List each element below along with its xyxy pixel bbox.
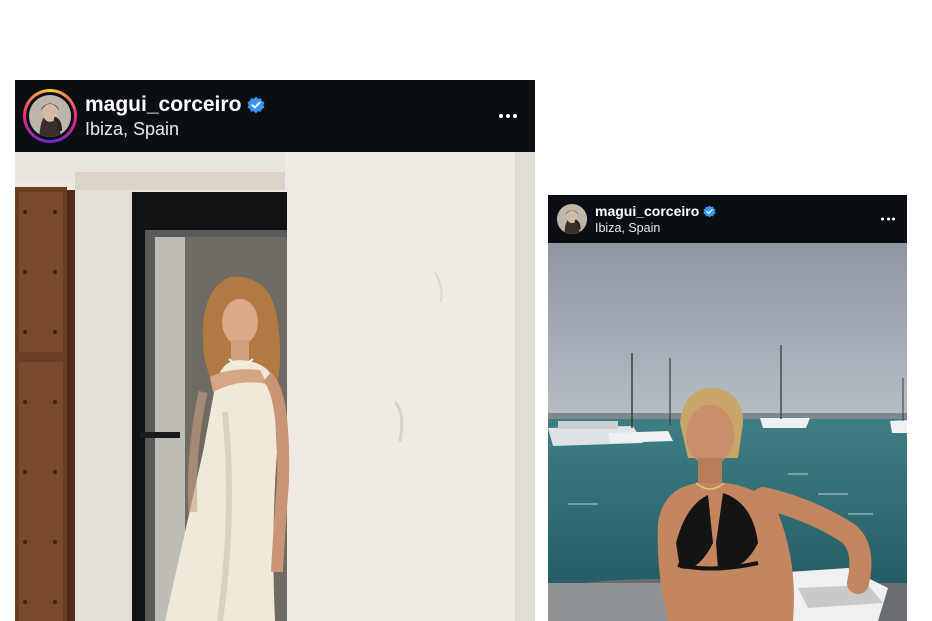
post-photo[interactable] xyxy=(548,243,907,621)
story-ring-avatar[interactable] xyxy=(23,89,77,143)
location-link[interactable]: Ibiza, Spain xyxy=(595,221,716,235)
profile-avatar[interactable] xyxy=(557,204,587,234)
instagram-post: magui_corceiro Ibiza, Spain xyxy=(15,80,535,621)
post-photo[interactable] xyxy=(15,152,535,621)
more-horizontal-icon[interactable] xyxy=(499,114,517,118)
verified-badge-icon xyxy=(247,96,265,113)
username-link[interactable]: magui_corceiro xyxy=(595,203,699,219)
verified-badge-icon xyxy=(703,205,716,217)
instagram-post: magui_corceiro Ibiza, Spain xyxy=(548,195,907,621)
avatar xyxy=(557,204,587,234)
more-horizontal-icon[interactable] xyxy=(881,217,895,221)
username-link[interactable]: magui_corceiro xyxy=(85,93,241,117)
location-link[interactable]: Ibiza, Spain xyxy=(85,119,265,140)
post-header: magui_corceiro Ibiza, Spain xyxy=(15,80,535,152)
avatar xyxy=(29,95,71,137)
post-header: magui_corceiro Ibiza, Spain xyxy=(548,195,907,243)
